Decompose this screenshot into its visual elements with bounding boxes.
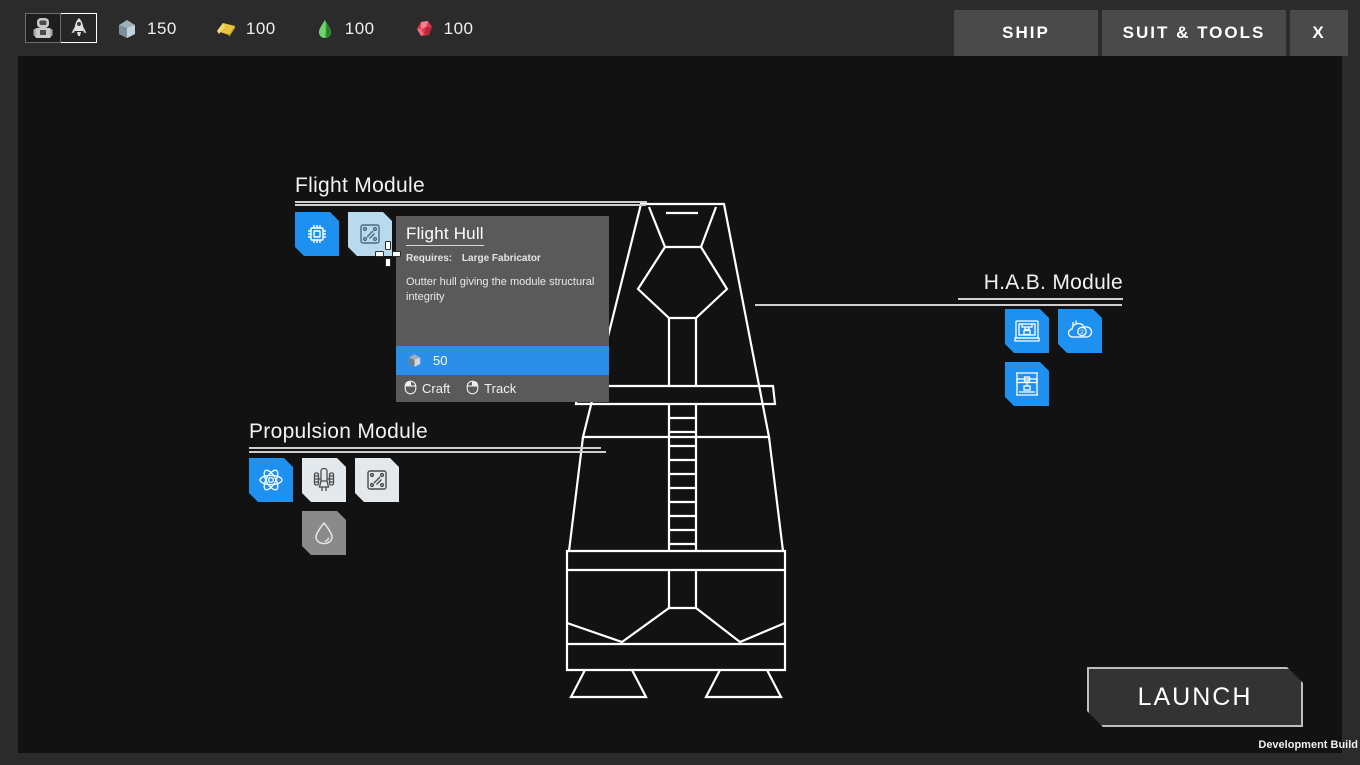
co2-scrubber-icon[interactable]: 2 <box>1058 309 1102 353</box>
close-button[interactable]: X <box>1290 10 1348 56</box>
rocket-icon <box>70 17 88 39</box>
frame-left-edge <box>0 56 18 765</box>
propulsion-module-title: Propulsion Module <box>249 420 601 444</box>
ship-button[interactable]: SHIP <box>954 10 1098 56</box>
mouse-right-click-icon <box>466 380 484 398</box>
tooltip-cost-value: 50 <box>433 353 447 368</box>
track-action-label: Track <box>484 381 516 396</box>
metal-ore-icon <box>115 17 139 41</box>
craft-action[interactable]: Craft <box>404 380 450 398</box>
mouse-left-click-icon <box>404 380 422 398</box>
hab-module-rule <box>958 298 1123 300</box>
item-tooltip: Flight Hull Requires: Large Fabricator O… <box>396 216 609 402</box>
module-connector-lines <box>18 56 1342 753</box>
thruster-icon[interactable] <box>302 458 346 502</box>
ship-tab[interactable] <box>61 13 97 43</box>
track-action[interactable]: Track <box>466 380 516 398</box>
resource-ruby-value: 100 <box>444 19 474 39</box>
green-gem-icon <box>313 17 337 41</box>
tooltip-requires-value: Large Fabricator <box>462 253 541 264</box>
tooltip-actions: Craft Track <box>396 375 609 402</box>
propulsion-module-icons <box>249 458 409 555</box>
launch-button[interactable]: LAUNCH <box>1087 667 1303 727</box>
large-fabricator-icon[interactable] <box>1005 362 1049 406</box>
resource-bar: 150 100 100 <box>115 16 511 42</box>
tooltip-description: Outter hull giving the module structural… <box>406 275 599 305</box>
hab-module-title: H.A.B. Module <box>958 271 1123 295</box>
ship-build-stage: Flight Module Propulsion Mo <box>18 56 1342 753</box>
top-bar: 150 100 100 <box>0 0 1360 56</box>
module-group-hab: H.A.B. Module 2 <box>958 271 1123 406</box>
resource-gold-value: 100 <box>246 19 276 39</box>
suit-tools-button[interactable]: SUIT & TOOLS <box>1102 10 1286 56</box>
tooltip-requires-label: Requires: <box>406 253 452 264</box>
flight-computer-icon[interactable] <box>295 212 339 256</box>
frame-bottom-edge <box>0 753 1360 765</box>
tooltip-body: Flight Hull Requires: Large Fabricator O… <box>396 216 609 346</box>
astronaut-icon <box>33 17 53 39</box>
top-button-group: SHIP SUIT & TOOLS X <box>954 10 1348 56</box>
craft-action-label: Craft <box>422 381 450 396</box>
tooltip-requires: Requires: Large Fabricator <box>406 253 599 264</box>
fusion-reactor-icon[interactable] <box>249 458 293 502</box>
module-group-propulsion: Propulsion Module <box>249 420 601 555</box>
flight-module-rule <box>295 201 647 203</box>
tooltip-cost-row: 50 <box>396 346 609 375</box>
metal-ore-icon <box>406 352 423 369</box>
resource-metal: 150 <box>115 17 177 41</box>
frame-right-edge <box>1342 56 1360 765</box>
fabricator-icon[interactable] <box>1005 309 1049 353</box>
red-crystal-icon <box>412 17 436 41</box>
tooltip-title: Flight Hull <box>406 224 484 246</box>
flight-module-title: Flight Module <box>295 174 647 198</box>
resource-emerald: 100 <box>313 17 375 41</box>
fuel-tank-icon[interactable] <box>302 511 346 555</box>
tab-group <box>25 13 97 43</box>
development-build-watermark: Development Build <box>1258 739 1358 751</box>
resource-metal-value: 150 <box>147 19 177 39</box>
resource-ruby: 100 <box>412 17 474 41</box>
resource-emerald-value: 100 <box>345 19 375 39</box>
flight-hull-icon[interactable] <box>348 212 392 256</box>
resource-gold: 100 <box>214 17 276 41</box>
suit-tab[interactable] <box>25 13 61 43</box>
propulsion-module-rule <box>249 447 601 449</box>
hab-module-icons: 2 <box>1005 309 1123 406</box>
gold-bar-icon <box>214 17 238 41</box>
svg-text:2: 2 <box>1080 329 1084 336</box>
propulsion-hull-icon[interactable] <box>355 458 399 502</box>
